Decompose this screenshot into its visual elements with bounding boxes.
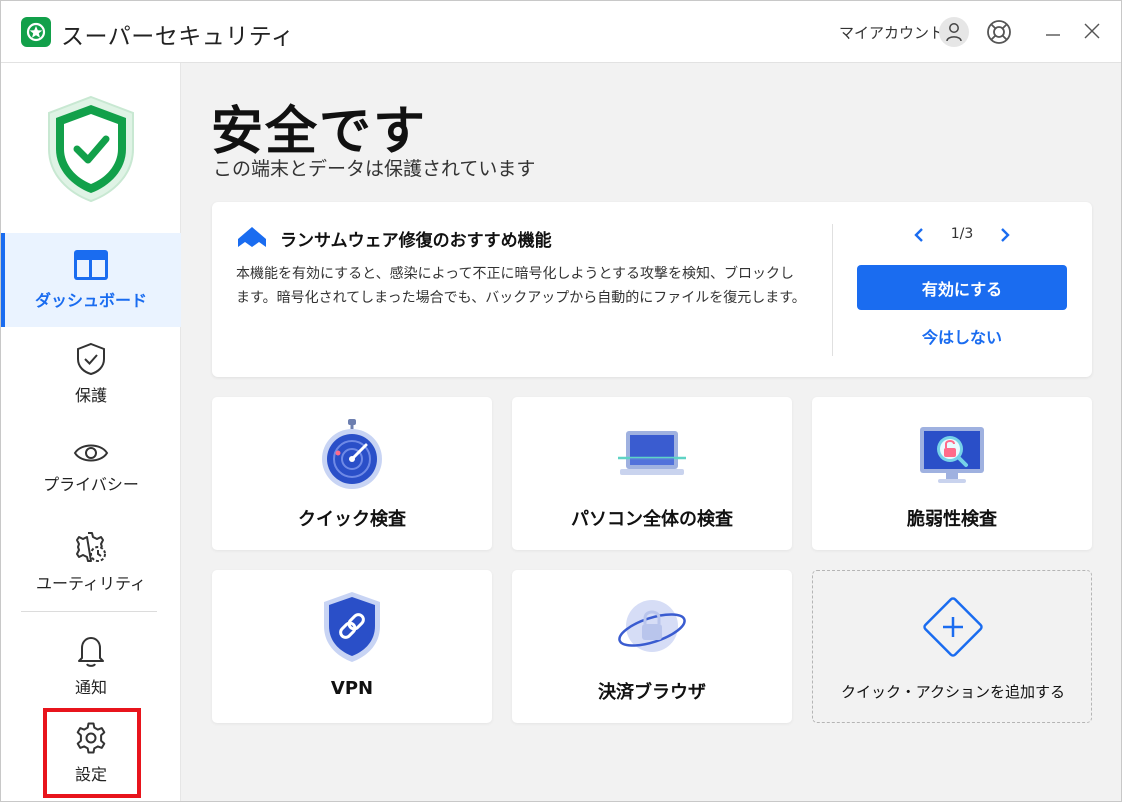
recommendation-card: ランサムウェア修復のおすすめ機能 本機能を有効にすると、感染によって不正に暗号化… (212, 202, 1092, 377)
recommendation-body: 本機能を有効にすると、感染によって不正に暗号化しようとする攻撃を検知、ブロックし… (236, 266, 806, 306)
sidebar-item-label: 通知 (74, 678, 107, 697)
ransomware-feature-icon (238, 227, 266, 247)
dashboard-icon (74, 250, 108, 280)
sidebar: ダッシュボード 保護 プライバシー ユーティリティ 通知 設定 (1, 63, 181, 801)
security-status-shield-icon (48, 95, 134, 203)
recommendation-title: ランサムウェア修復のおすすめ機能 (280, 231, 552, 251)
page-title: 安全です (211, 102, 428, 162)
eye-icon (73, 444, 109, 462)
tile-label: VPN (330, 678, 374, 699)
shield-link-icon (324, 592, 380, 662)
card-divider (832, 224, 833, 356)
tile-quick-scan[interactable]: クイック検査 (212, 397, 492, 550)
my-account-link[interactable]: マイアカウント (839, 22, 944, 43)
close-button[interactable] (1080, 19, 1104, 43)
bell-icon (78, 637, 104, 667)
tile-label: クイック検査 (298, 509, 406, 530)
sidebar-item-notifications[interactable]: 通知 (1, 619, 181, 713)
app-title: スーパーセキュリティ (61, 24, 295, 50)
monitor-lock-icon (920, 427, 984, 483)
sidebar-item-privacy[interactable]: プライバシー (1, 421, 181, 515)
shield-check-icon (77, 342, 105, 376)
tile-add-quick-action[interactable]: クイック・アクションを追加する (812, 570, 1092, 723)
sidebar-divider (21, 611, 157, 612)
sidebar-item-label: 保護 (74, 386, 107, 405)
add-diamond-icon (923, 597, 983, 657)
help-lifebuoy-icon[interactable] (985, 18, 1013, 46)
tile-label: 脆弱性検査 (907, 509, 997, 530)
app-window: スーパーセキュリティ マイアカウント ダッシュボード 保護 プライバシー ユーテ… (0, 0, 1122, 802)
title-bar: スーパーセキュリティ マイアカウント (1, 1, 1121, 63)
close-icon (1084, 23, 1100, 39)
next-button[interactable] (995, 225, 1015, 245)
sidebar-item-label: ダッシュボード (34, 291, 147, 310)
pager-indicator: 1/3 (950, 226, 974, 242)
tile-full-scan[interactable]: パソコン全体の検査 (512, 397, 792, 550)
sidebar-item-protection[interactable]: 保護 (1, 327, 181, 421)
tile-vpn[interactable]: VPN (212, 570, 492, 723)
sidebar-item-label: ユーティリティ (35, 574, 147, 593)
not-now-link[interactable]: 今はしない (857, 324, 1067, 348)
previous-button[interactable] (909, 225, 929, 245)
app-logo-icon (21, 17, 51, 47)
tile-label: パソコン全体の検査 (571, 509, 733, 530)
enable-button[interactable]: 有効にする (857, 265, 1067, 310)
avatar[interactable] (939, 17, 969, 47)
user-icon (946, 23, 962, 42)
gear-clock-icon (76, 532, 106, 562)
stopwatch-radar-icon (322, 419, 382, 489)
minimize-button[interactable] (1041, 19, 1065, 43)
chevron-left-icon (914, 228, 923, 242)
settings-highlight-box (43, 708, 141, 798)
sidebar-item-label: プライバシー (43, 475, 139, 494)
page-subtitle: この端末とデータは保護されています (213, 158, 536, 180)
tile-vulnerability-scan[interactable]: 脆弱性検査 (812, 397, 1092, 550)
globe-lock-icon (618, 600, 686, 652)
chevron-right-icon (1001, 228, 1010, 242)
tile-payment-browser[interactable]: 決済ブラウザ (512, 570, 792, 723)
laptop-scan-icon (618, 431, 686, 475)
sidebar-item-utilities[interactable]: ユーティリティ (1, 515, 181, 609)
tile-label: 決済ブラウザ (598, 682, 706, 703)
minimize-icon (1046, 34, 1060, 36)
tile-label: クイック・アクションを追加する (841, 683, 1065, 701)
sidebar-item-dashboard[interactable]: ダッシュボード (1, 233, 181, 327)
